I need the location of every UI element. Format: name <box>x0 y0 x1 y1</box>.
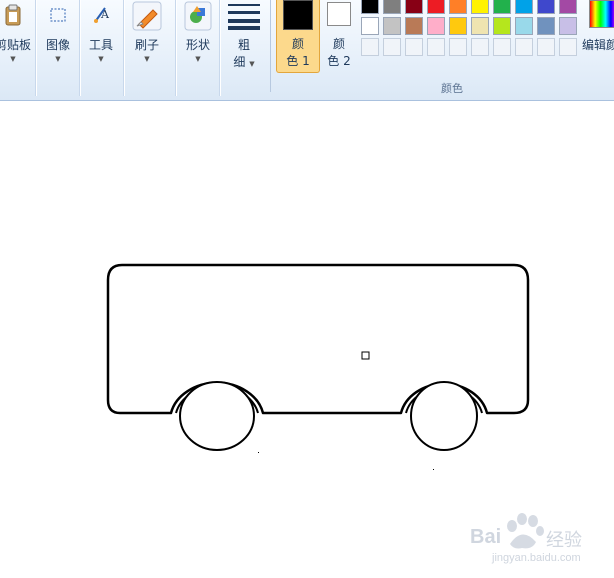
edit-colors-button[interactable]: 编辑颜 <box>582 0 614 53</box>
color1-button[interactable]: 颜 色 1 <box>276 0 320 73</box>
line-width-icon <box>228 4 260 30</box>
color-swatch[interactable] <box>493 17 511 35</box>
drawing-canvas[interactable] <box>0 101 614 578</box>
watermark-brand2: 经验 <box>546 530 582 551</box>
color-swatch[interactable] <box>493 0 511 14</box>
car-drawing <box>106 263 530 470</box>
color-swatch[interactable] <box>449 0 467 14</box>
ribbon-divider <box>270 0 271 92</box>
speck <box>433 469 434 470</box>
chevron-down-icon: ▼ <box>55 55 61 63</box>
rear-wheel <box>410 381 478 451</box>
size-label-row: 细 ▼ <box>224 53 264 70</box>
chevron-down-icon: ▼ <box>10 55 16 63</box>
color-swatch[interactable] <box>559 0 577 14</box>
color-swatch[interactable] <box>515 38 533 56</box>
baidu-paw-icon <box>507 513 544 549</box>
color2-label-1: 颜 <box>332 37 345 51</box>
cursor-marker <box>361 351 370 360</box>
color1-swatch <box>283 0 313 30</box>
color-swatch[interactable] <box>361 0 379 14</box>
tools-label: 工具 <box>88 38 113 52</box>
paste-icon <box>5 4 21 26</box>
color-swatch[interactable] <box>383 17 401 35</box>
ribbon: 剪贴板 ▼ 图像 ▼ A 工具 ▼ 刷子 ▼ 形状 ▼ 粗 细 ▼ 颜 色 1 … <box>0 0 614 101</box>
image-label: 图像 <box>45 38 70 52</box>
watermark-brand: Bai <box>470 526 502 548</box>
color-swatch[interactable] <box>471 0 489 14</box>
color-swatch[interactable] <box>405 38 423 56</box>
colors-group-label: 颜色 <box>441 82 463 95</box>
color-swatch[interactable] <box>449 38 467 56</box>
speck <box>258 452 259 453</box>
color1-label-2: 色 1 <box>286 54 310 68</box>
color-swatch[interactable] <box>383 38 401 56</box>
color-swatch[interactable] <box>493 38 511 56</box>
color-swatch[interactable] <box>383 0 401 14</box>
color-swatch[interactable] <box>427 17 445 35</box>
color-palette <box>361 0 581 64</box>
color2-label-2: 色 2 <box>327 54 351 68</box>
color-swatch[interactable] <box>471 38 489 56</box>
size-label-1: 粗 <box>237 38 250 52</box>
color-swatch[interactable] <box>361 38 379 56</box>
watermark: Bai 经验 jingyan.baidu.com <box>470 512 610 572</box>
chevron-down-icon: ▼ <box>98 55 104 63</box>
brushes-label: 刷子 <box>134 38 159 52</box>
color-swatch[interactable] <box>427 0 445 14</box>
color-swatch[interactable] <box>471 17 489 35</box>
image-button[interactable]: 图像 ▼ <box>38 2 78 63</box>
shapes-button[interactable]: 形状 ▼ <box>178 0 218 63</box>
rainbow-icon <box>589 0 614 28</box>
color1-label-1: 颜 <box>291 37 304 51</box>
tools-button[interactable]: A 工具 ▼ <box>81 2 121 63</box>
color-swatch[interactable] <box>515 0 533 14</box>
color-swatch[interactable] <box>537 38 555 56</box>
size-button[interactable]: 粗 细 ▼ <box>224 2 264 70</box>
shapes-icon <box>184 1 212 31</box>
shapes-label: 形状 <box>185 38 210 52</box>
svg-text:A: A <box>100 8 110 21</box>
color-swatch[interactable] <box>405 17 423 35</box>
color-swatch[interactable] <box>537 17 555 35</box>
edit-colors-label: 编辑颜 <box>582 38 614 52</box>
color-swatch[interactable] <box>427 38 445 56</box>
color-swatch[interactable] <box>537 0 555 14</box>
clipboard-label: 剪贴板 <box>0 38 31 52</box>
color2-swatch <box>327 2 351 26</box>
tools-icon: A <box>94 7 110 23</box>
select-icon <box>50 8 66 22</box>
chevron-down-icon: ▼ <box>144 55 150 63</box>
color-swatch[interactable] <box>559 17 577 35</box>
color-swatch[interactable] <box>405 0 423 14</box>
color-swatch[interactable] <box>449 17 467 35</box>
chevron-down-icon: ▼ <box>195 55 201 63</box>
color-swatch[interactable] <box>515 17 533 35</box>
size-label-2: 细 <box>233 55 246 69</box>
color2-button[interactable]: 颜 色 2 <box>319 0 359 72</box>
color-swatch[interactable] <box>559 38 577 56</box>
watermark-url: jingyan.baidu.com <box>492 552 581 564</box>
brush-icon <box>132 1 162 31</box>
brushes-button[interactable]: 刷子 ▼ <box>127 0 167 63</box>
front-wheel <box>179 381 255 451</box>
color-swatch[interactable] <box>361 17 379 35</box>
chevron-down-icon: ▼ <box>249 60 255 68</box>
clipboard-button[interactable]: 剪贴板 ▼ <box>0 2 34 63</box>
